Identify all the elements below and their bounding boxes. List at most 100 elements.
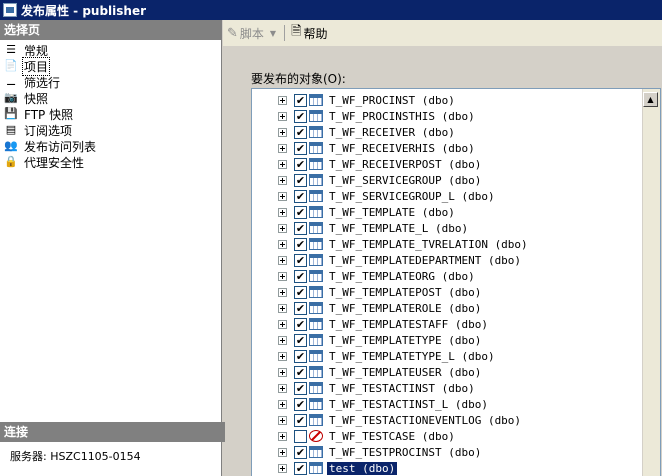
object-row[interactable]: ✔ T_WF_SERVICEGROUP (dbo) xyxy=(252,172,530,188)
object-rows: ✔ T_WF_PROCINST (dbo) ✔ T_WF_PROCINSTHIS (d… xyxy=(252,92,530,476)
object-row[interactable]: ✔ T_WF_TESTACTINST (dbo) xyxy=(252,380,530,396)
object-row[interactable]: ✔ T_WF_TESTPROCINST (dbo) xyxy=(252,444,530,460)
object-checkbox[interactable] xyxy=(294,429,307,443)
object-name: T_WF_TEMPLATE_L (dbo) xyxy=(329,221,469,235)
title-bar: 发布属性 - publisher xyxy=(0,0,662,20)
object-row[interactable]: ✔ T_WF_RECEIVERHIS (dbo) xyxy=(252,140,530,156)
scroll-up-button[interactable]: ▲ xyxy=(643,92,658,107)
expand-icon[interactable] xyxy=(278,335,287,345)
object-row[interactable]: ✔ T_WF_TEMPLATEPOST (dbo) xyxy=(252,284,530,300)
object-row[interactable]: ✔ T_WF_TEMPLATETYPE (dbo) xyxy=(252,332,530,348)
object-row[interactable]: T_WF_TESTCASE (dbo) xyxy=(252,428,530,444)
object-row[interactable]: ✔ T_WF_TEMPLATEDEPARTMENT (dbo) xyxy=(252,252,530,268)
expand-icon[interactable] xyxy=(278,143,287,153)
expand-icon[interactable] xyxy=(278,191,287,201)
object-row[interactable]: ✔ T_WF_TEMPLATE_L (dbo) xyxy=(252,220,530,236)
toolbar-separator xyxy=(284,25,286,41)
expand-icon[interactable] xyxy=(278,175,287,185)
object-checkbox[interactable]: ✔ xyxy=(294,205,307,219)
expand-icon[interactable] xyxy=(278,431,287,441)
object-checkbox[interactable]: ✔ xyxy=(294,269,307,283)
filter-rows-icon: ⚊ xyxy=(6,75,16,88)
expand-icon[interactable] xyxy=(278,255,287,265)
expand-icon[interactable] xyxy=(278,351,287,361)
object-row[interactable]: ✔ T_WF_PROCINST (dbo) xyxy=(252,92,530,108)
page-item[interactable]: 👥 发布访问列表 xyxy=(4,138,221,154)
object-checkbox[interactable]: ✔ xyxy=(294,317,307,331)
page-item-label: 筛选行 xyxy=(24,75,61,90)
object-row[interactable]: ✔ T_WF_TEMPLATE (dbo) xyxy=(252,204,530,220)
object-checkbox[interactable]: ✔ xyxy=(294,381,307,395)
object-row[interactable]: ✔ T_WF_RECEIVER (dbo) xyxy=(252,124,530,140)
objects-label: 要发布的对象(O): xyxy=(251,72,346,86)
expand-icon[interactable] xyxy=(278,271,287,281)
object-name: test (dbo) xyxy=(327,461,398,475)
page-item[interactable]: 💾 FTP 快照 xyxy=(4,106,221,122)
expand-icon[interactable] xyxy=(278,399,287,409)
expand-icon[interactable] xyxy=(278,303,287,313)
object-checkbox[interactable]: ✔ xyxy=(294,237,307,251)
vertical-scrollbar[interactable]: ▲ xyxy=(642,89,660,476)
page-item[interactable]: ⚊ 筛选行 xyxy=(4,74,221,90)
object-row[interactable]: ✔ T_WF_TEMPLATEROLE (dbo) xyxy=(252,300,530,316)
object-checkbox[interactable]: ✔ xyxy=(294,349,307,363)
object-row[interactable]: ✔ T_WF_TESTACTIONEVENTLOG (dbo) xyxy=(252,412,530,428)
object-checkbox[interactable]: ✔ xyxy=(294,413,307,427)
expand-icon[interactable] xyxy=(278,287,287,297)
expand-icon[interactable] xyxy=(278,159,287,169)
expand-icon[interactable] xyxy=(278,463,287,473)
expand-icon[interactable] xyxy=(278,239,287,249)
object-checkbox[interactable]: ✔ xyxy=(294,365,307,379)
object-checkbox[interactable]: ✔ xyxy=(294,189,307,203)
table-icon xyxy=(309,206,323,218)
object-row[interactable]: ✔ T_WF_SERVICEGROUP_L (dbo) xyxy=(252,188,530,204)
object-checkbox[interactable]: ✔ xyxy=(294,333,307,347)
object-name: T_WF_SERVICEGROUP (dbo) xyxy=(329,173,482,187)
object-row[interactable]: ✔ T_WF_TEMPLATETYPE_L (dbo) xyxy=(252,348,530,364)
object-checkbox[interactable]: ✔ xyxy=(294,141,307,155)
object-row[interactable]: ✔ T_WF_TEMPLATE_TVRELATION (dbo) xyxy=(252,236,530,252)
object-name: T_WF_PROCINSTHIS (dbo) xyxy=(329,109,475,123)
object-checkbox[interactable]: ✔ xyxy=(294,109,307,123)
object-row[interactable]: ✔ test (dbo) xyxy=(252,460,530,476)
window-title: 发布属性 - publisher xyxy=(21,3,147,18)
object-checkbox[interactable]: ✔ xyxy=(294,253,307,267)
expand-icon[interactable] xyxy=(278,415,287,425)
expand-icon[interactable] xyxy=(278,383,287,393)
object-checkbox[interactable]: ✔ xyxy=(294,301,307,315)
object-row[interactable]: ✔ T_WF_TESTACTINST_L (dbo) xyxy=(252,396,530,412)
table-icon xyxy=(309,398,323,410)
expand-icon[interactable] xyxy=(278,447,287,457)
page-item[interactable]: ▤ 订阅选项 xyxy=(4,122,221,138)
script-button[interactable]: ✎ 脚本 ▼ xyxy=(227,25,276,42)
object-checkbox[interactable]: ✔ xyxy=(294,445,307,459)
expand-icon[interactable] xyxy=(278,95,287,105)
object-checkbox[interactable]: ✔ xyxy=(294,461,307,475)
page-item[interactable]: 📄 项目 xyxy=(4,56,221,76)
object-row[interactable]: ✔ T_WF_TEMPLATEORG (dbo) xyxy=(252,268,530,284)
expand-icon[interactable] xyxy=(278,223,287,233)
help-button[interactable]: 🗎 帮助 xyxy=(291,22,327,44)
object-checkbox[interactable]: ✔ xyxy=(294,221,307,235)
object-checkbox[interactable]: ✔ xyxy=(294,285,307,299)
object-row[interactable]: ✔ T_WF_RECEIVERPOST (dbo) xyxy=(252,156,530,172)
table-icon xyxy=(309,382,323,394)
expand-icon[interactable] xyxy=(278,207,287,217)
expand-icon[interactable] xyxy=(278,111,287,121)
expand-icon[interactable] xyxy=(278,367,287,377)
object-checkbox[interactable]: ✔ xyxy=(294,173,307,187)
object-row[interactable]: ✔ T_WF_TEMPLATEUSER (dbo) xyxy=(252,364,530,380)
object-checkbox[interactable]: ✔ xyxy=(294,397,307,411)
object-row[interactable]: ✔ T_WF_PROCINSTHIS (dbo) xyxy=(252,108,530,124)
objects-tree[interactable]: ✔ T_WF_PROCINST (dbo) ✔ T_WF_PROCINSTHIS (d… xyxy=(251,88,661,476)
object-checkbox[interactable]: ✔ xyxy=(294,157,307,171)
object-row[interactable]: ✔ T_WF_TEMPLATESTAFF (dbo) xyxy=(252,316,530,332)
chevron-down-icon[interactable]: ▼ xyxy=(270,29,276,38)
table-icon xyxy=(309,94,323,106)
object-checkbox[interactable]: ✔ xyxy=(294,125,307,139)
page-item[interactable]: 🔒 代理安全性 xyxy=(4,154,221,170)
expand-icon[interactable] xyxy=(278,127,287,137)
object-checkbox[interactable]: ✔ xyxy=(294,93,307,107)
expand-icon[interactable] xyxy=(278,319,287,329)
page-item[interactable]: 📷 快照 xyxy=(4,90,221,106)
